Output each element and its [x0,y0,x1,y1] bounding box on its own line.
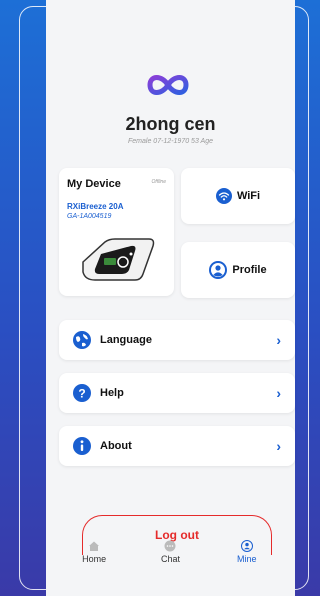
profile-label: Profile [232,264,267,276]
my-device-card[interactable]: My Device Offline RXiBreeze 20A GA-1A004… [59,168,174,296]
info-icon [73,437,91,455]
device-image [82,238,155,281]
app-logo [147,75,189,95]
about-label: About [100,440,132,452]
bottom-tab-bar: Home Chat Mine [46,540,295,572]
user-icon [240,540,253,552]
tab-chat-label: Chat [160,554,180,564]
device-status: Offline [151,179,166,185]
user-icon [209,261,228,279]
language-label: Language [100,334,152,346]
tab-mine[interactable]: Mine [217,540,277,564]
about-row[interactable]: About › [59,426,295,466]
user-details: Female 07-12-1970 53 Age [128,138,213,145]
chevron-right-icon: › [276,332,281,348]
user-name: 2hong cen [125,114,216,134]
profile-tile[interactable]: Profile [181,242,295,298]
home-icon [89,541,100,551]
help-label: Help [100,387,124,399]
tab-mine-label: Mine [237,554,257,564]
help-row[interactable]: ? Help › [59,373,295,413]
question-icon: ? [73,384,91,402]
wifi-tile[interactable]: WiFi [181,168,295,224]
svg-text:?: ? [78,387,85,401]
tab-home-label: Home [82,554,107,564]
tab-home[interactable]: Home [64,540,124,564]
chevron-right-icon: › [276,438,281,454]
chevron-right-icon: › [276,385,281,401]
language-row[interactable]: Language › [59,320,295,360]
globe-icon [73,331,91,349]
device-serial: GA-1A004519 [67,213,112,220]
wifi-icon [215,188,232,204]
chat-icon [164,540,176,552]
tab-chat[interactable]: Chat [140,540,200,564]
mine-screen: 2hong cen Female 07-12-1970 53 Age My De… [46,0,295,596]
wifi-label: WiFi [236,190,261,202]
device-model: RXiBreeze 20A [67,202,124,211]
